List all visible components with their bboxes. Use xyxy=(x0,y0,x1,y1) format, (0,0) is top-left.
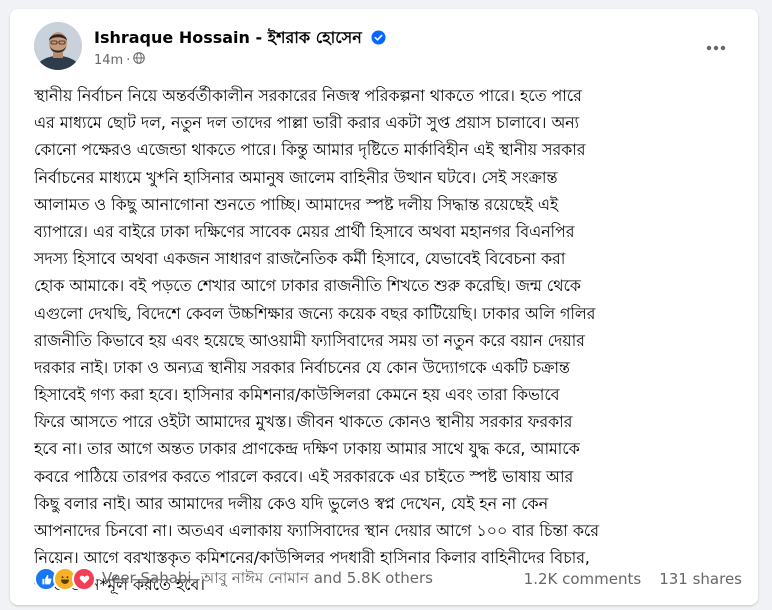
comments-count[interactable]: 1.2K comments xyxy=(524,570,642,588)
post-body-line: রাজনীতি কিভাবে হয় এবং হয়েছে আওয়ামী ফ্… xyxy=(34,330,585,350)
post-body-line: আলামত ও কিছু আনাগোনা শুনতে পাচ্ছি। আমাদে… xyxy=(34,194,559,214)
post-body-line: হোক আমাকে। বই পড়তে শেখার আগে ঢাকার রাজন… xyxy=(34,276,581,296)
post-body-line: হিসাবেই গণ্য করা হবে। হাসিনার কমিশনার/কা… xyxy=(34,385,560,405)
reaction-icons[interactable] xyxy=(34,567,96,591)
meta-separator: · xyxy=(126,52,131,68)
post-body-line: কোনো পক্ষেরও এজেন্ডা থাকতে পারে। কিন্তু … xyxy=(34,140,586,160)
post-body-line: ব্যাপারে। এর বাইরে ঢাকা দক্ষিণের সাবেক ম… xyxy=(34,221,575,241)
post-body-line: আপনাদের চিনবো না। অতএব এলাকায় ফ্যাসিবাদ… xyxy=(34,521,599,540)
post-body-line: ফিরে আসতে পারে ওইটা আমাদের মুখস্ত। জীবন … xyxy=(34,412,573,432)
post-body-line: দরকার নাই। ঢাকা ও অন্যত্র স্থানীয় সরকার… xyxy=(34,357,570,377)
post-meta: 14m · xyxy=(94,52,146,68)
post-body-line: এর মাধ্যমে ছোট দল, নতুন দল তাদের পাল্লা … xyxy=(34,113,580,133)
post-timestamp[interactable]: 14m xyxy=(94,53,123,68)
post-body-line: কিছু বলার নাই। আর আমাদের দলীয় কেও যদি ভ… xyxy=(34,493,549,513)
verified-badge-icon xyxy=(371,30,386,49)
author-name[interactable]: Ishraque Hossain - ইশরাক হোসেন xyxy=(94,28,362,47)
engagement-counts: 1.2K comments 131 shares xyxy=(524,570,742,588)
author-avatar[interactable] xyxy=(34,22,82,70)
love-reaction-icon xyxy=(72,567,96,591)
more-options-icon xyxy=(706,45,726,51)
post-card: Ishraque Hossain - ইশরাক হোসেন 14m · স্থ… xyxy=(10,9,758,605)
author-name-row: Ishraque Hossain - ইশরাক হোসেন xyxy=(94,25,386,52)
avatar-portrait-icon xyxy=(34,22,82,70)
post-body-line: নির্বাচনের মাধ্যমে খু*নি হাসিনার অমানুষ … xyxy=(34,167,558,187)
post-body-line: সদস্য হিসাবে অথবা একজন সাধারণ রাজনৈতিক ক… xyxy=(34,249,566,269)
reaction-names[interactable]: Veer Sahabi, আবু নাঈম নোমান and 5.8K oth… xyxy=(102,567,433,592)
post-body-line: এগুলো দেখছি, বিদেশে কেবল উচ্চশিক্ষার জন্… xyxy=(34,303,596,323)
post-body-line: কবরে পাঠিয়ে তারপর করতে পারলে করবে। এই স… xyxy=(34,466,574,486)
more-options-button[interactable] xyxy=(698,36,734,60)
post-header: Ishraque Hossain - ইশরাক হোসেন 14m · xyxy=(34,22,746,70)
shares-count[interactable]: 131 shares xyxy=(659,570,742,588)
post-footer: Veer Sahabi, আবু নাঈম নোমান and 5.8K oth… xyxy=(34,565,742,593)
post-body-line: হবে না। তার আগে অন্তত ঢাকার প্রাণকেন্দ্র… xyxy=(34,439,580,459)
post-body-text: স্থানীয় নির্বাচন নিয়ে অন্তর্বর্তীকালীন… xyxy=(34,82,746,599)
post-body-line: স্থানীয় নির্বাচন নিয়ে অন্তর্বর্তীকালীন… xyxy=(34,86,582,105)
globe-icon[interactable] xyxy=(133,52,146,68)
